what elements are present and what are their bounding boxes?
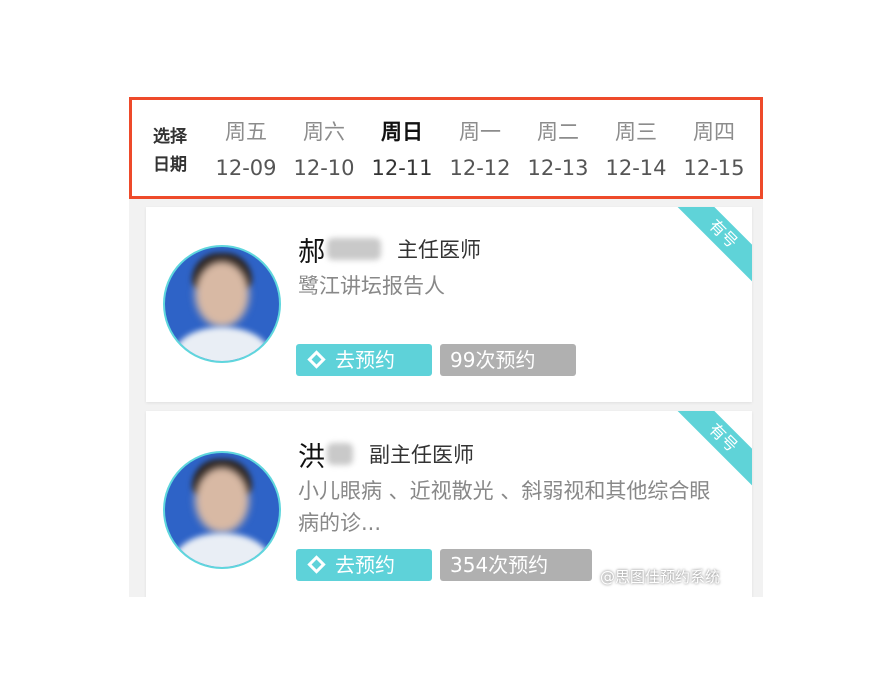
date-selector: 选择 日期 周五 12-09 周六 12-10 周日 12-11 周一 12-1… [129,97,763,199]
date-tab-date: 12-13 [527,156,589,180]
avatar-face [195,467,249,533]
date-tab-weekday: 周六 [303,120,345,144]
appointment-panel: 选择 日期 周五 12-09 周六 12-10 周日 12-11 周一 12-1… [129,97,763,597]
appointment-count-badge: 99次预约 [440,344,576,376]
date-tab-date: 12-11 [371,156,433,180]
date-selector-label: 选择 日期 [153,127,187,175]
date-tab[interactable]: 周一 12-12 [441,117,519,185]
doctor-avatar [163,451,281,569]
date-tab[interactable]: 周四 12-15 [675,117,753,185]
availability-ribbon: 有号 [672,207,752,287]
date-tab-weekday: 周日 [381,120,423,144]
doctor-surname: 郝 [298,236,325,268]
date-tab-weekday: 周四 [693,120,735,144]
date-tab-weekday: 周二 [537,120,579,144]
doctor-description: 小儿眼病 、近视散光 、斜弱视和其他综合眼病的诊... [298,479,711,535]
doctor-title: 副主任医师 [369,443,474,467]
date-tab-date: 12-12 [449,156,511,180]
avatar-shirt [173,533,271,567]
date-tab-date: 12-09 [215,156,277,180]
date-tab[interactable]: 周五 12-09 [207,117,285,185]
date-tab-weekday: 周三 [615,120,657,144]
book-button[interactable]: 去预约 [296,549,432,581]
date-tab-date: 12-14 [605,156,667,180]
date-tab-selected[interactable]: 周日 12-11 [363,117,441,185]
blurred-given-name [327,443,353,465]
date-tab-date: 12-15 [683,156,745,180]
doctor-description: 鹭江讲坛报告人 [298,274,445,298]
doctor-name-row: 洪 副主任医师 [298,437,474,473]
watermark: @思图佳预约系统 [600,568,721,586]
date-tab[interactable]: 周六 12-10 [285,117,363,185]
avatar-shirt [173,327,271,361]
blurred-given-name [327,238,381,260]
avatar-face [195,261,249,327]
date-tab-weekday: 周五 [225,120,267,144]
doctor-surname: 洪 [298,441,325,473]
date-tab-weekday: 周一 [459,120,501,144]
availability-ribbon-label: 有号 [672,411,752,491]
availability-ribbon: 有号 [672,411,752,491]
diamond-icon [307,555,326,574]
doctor-name-row: 郝 主任医师 [298,232,481,268]
doctor-card[interactable]: 郝 主任医师 鹭江讲坛报告人 去预约 99次预约 有号 [146,207,752,402]
doctor-title: 主任医师 [397,238,481,262]
doctor-avatar [163,245,281,363]
diamond-icon [307,350,326,369]
appointment-count-badge: 354次预约 [440,549,592,581]
date-tab-date: 12-10 [293,156,355,180]
book-button[interactable]: 去预约 [296,344,432,376]
date-tab[interactable]: 周二 12-13 [519,117,597,185]
date-tab[interactable]: 周三 12-14 [597,117,675,185]
availability-ribbon-label: 有号 [672,207,752,287]
